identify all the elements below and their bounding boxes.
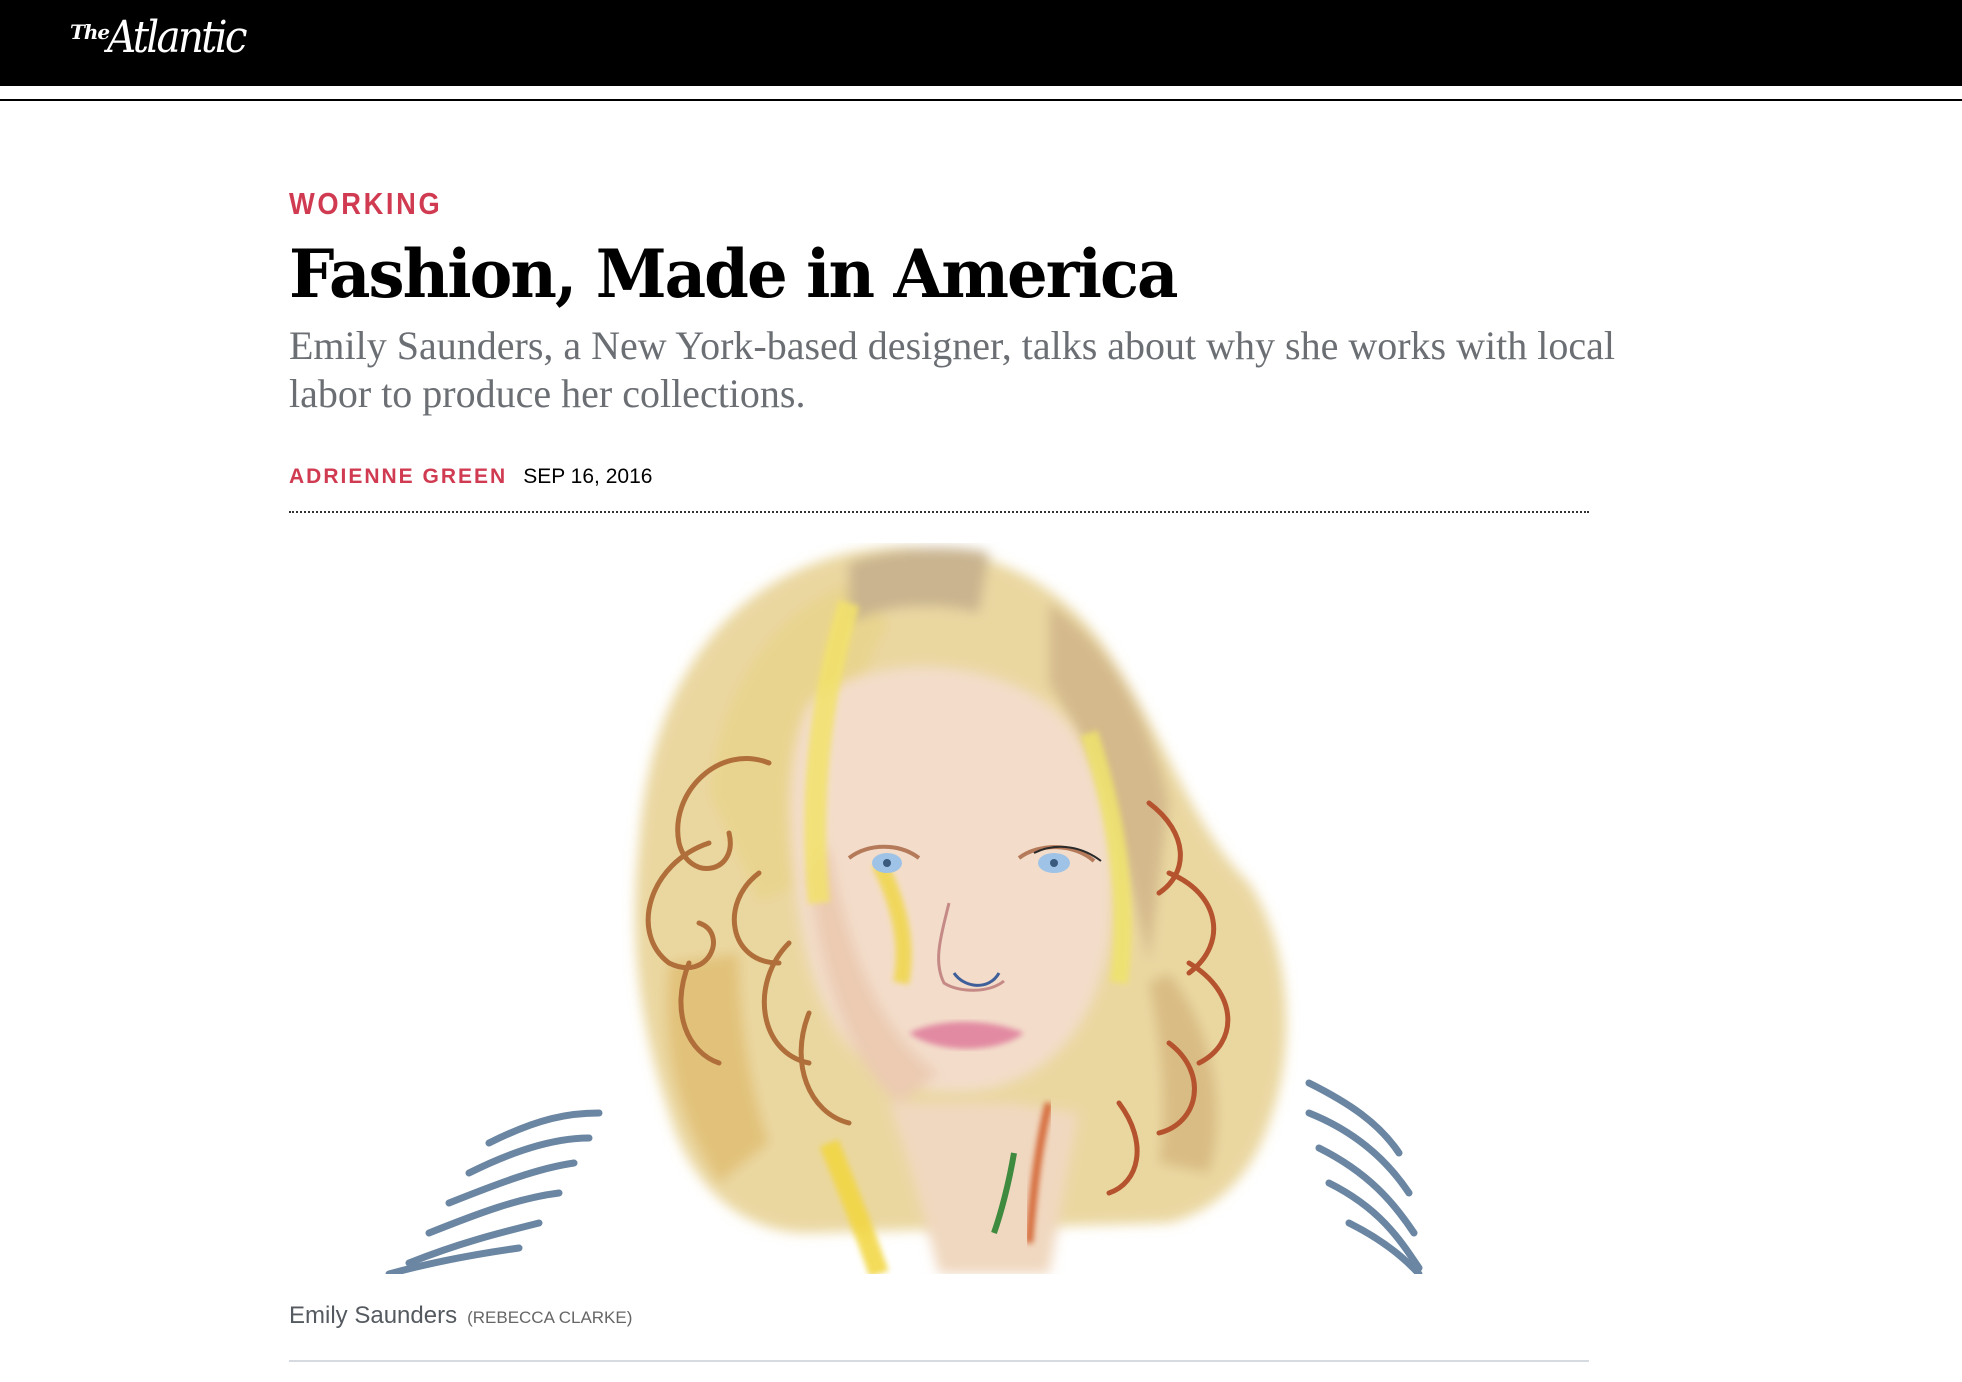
article-headline: Fashion, Made in America: [289, 235, 1178, 313]
image-caption: Emily Saunders: [289, 1302, 458, 1329]
site-header: The Atlantic: [0, 0, 1962, 86]
header-divider: [0, 99, 1962, 101]
portrait-illustration-icon: [385, 547, 1423, 1274]
hero-illustration: [289, 543, 1589, 1274]
section-link[interactable]: WORKING: [289, 186, 442, 222]
atlantic-logo[interactable]: The Atlantic: [70, 16, 257, 60]
caption-divider: [289, 1360, 1589, 1362]
byline: ADRIENNE GREEN SEP 16, 2016: [289, 465, 652, 489]
image-caption-row: Emily Saunders (REBECCA CLARKE): [289, 1302, 632, 1330]
logo-name: Atlantic: [107, 12, 248, 63]
image-credit: (REBECCA CLARKE): [467, 1308, 633, 1327]
author-link[interactable]: ADRIENNE GREEN: [289, 465, 507, 489]
byline-divider: [289, 511, 1589, 513]
article-dek: Emily Saunders, a New York-based designe…: [289, 323, 1615, 416]
publish-date: SEP 16, 2016: [523, 465, 653, 488]
logo-prefix: The: [70, 20, 110, 44]
